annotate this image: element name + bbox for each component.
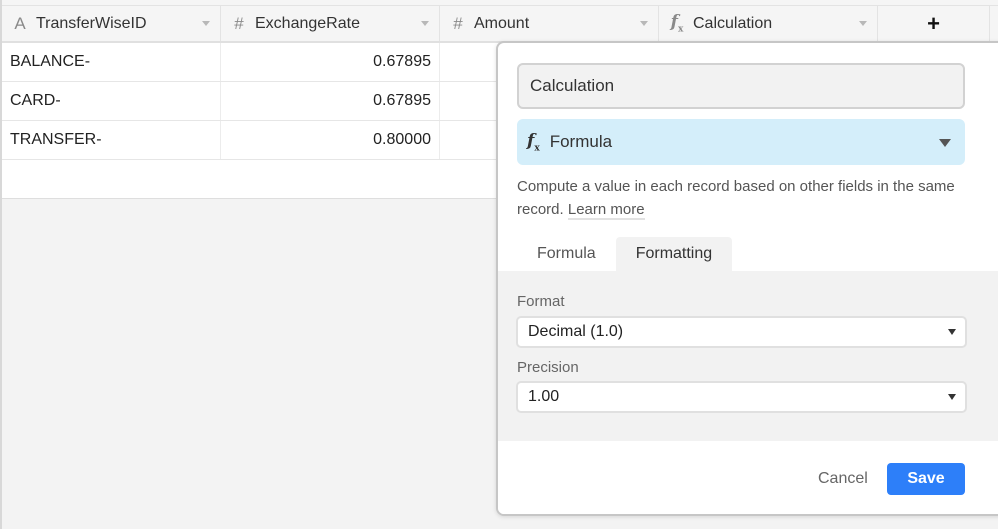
cell-exchangerate[interactable]: 0.80000 [221,121,440,159]
dropdown-arrow-icon [939,139,951,147]
format-label: Format [517,293,565,310]
column-header-amount[interactable]: # Amount [440,6,659,41]
field-type-select[interactable]: fx Formula [517,119,965,165]
column-header-row: A TransferWiseID # ExchangeRate # Amount… [2,6,998,43]
column-label: TransferWiseID [36,14,147,32]
tab-formatting[interactable]: Formatting [615,237,733,271]
format-select[interactable]: Decimal (1.0) [516,316,967,348]
field-type-label: Formula [549,132,613,151]
field-type-description: Compute a value in each record based on … [517,175,977,221]
dialog-footer: Cancel Save [498,441,998,514]
chevron-down-icon[interactable] [421,21,429,26]
dropdown-arrow-icon [948,329,956,335]
format-value: Decimal (1.0) [528,323,624,340]
chevron-down-icon[interactable] [640,21,648,26]
formatting-panel: Format Decimal (1.0) Precision 1.00 [498,271,998,441]
precision-label: Precision [517,359,579,376]
column-label: Amount [474,14,530,32]
column-label: ExchangeRate [255,14,360,32]
precision-select[interactable]: 1.00 [516,381,967,413]
cell-exchangerate[interactable]: 0.67895 [221,82,440,120]
cell-exchangerate[interactable]: 0.67895 [221,43,440,81]
chevron-down-icon[interactable] [859,21,867,26]
formula-field-icon: fx [670,12,684,35]
cell-transferwiseid[interactable]: TRANSFER- [2,121,221,159]
cell-transferwiseid[interactable]: BALANCE- [2,43,221,81]
chevron-down-icon[interactable] [202,21,210,26]
column-label: Calculation [693,14,773,32]
save-button[interactable]: Save [887,463,965,495]
text-field-icon: A [14,13,26,33]
cell-transferwiseid[interactable]: CARD- [2,82,221,120]
add-column-button[interactable]: + [878,6,990,41]
column-header-transferwiseid[interactable]: A TransferWiseID [2,6,221,41]
learn-more-link[interactable]: Learn more [567,201,645,220]
tab-formula[interactable]: Formula [517,237,616,271]
field-editor-dialog: fx Formula Compute a value in each recor… [496,41,998,516]
column-header-calculation[interactable]: fx Calculation [659,6,878,41]
formula-icon: fx [527,130,540,154]
field-name-input[interactable] [517,63,965,109]
cancel-button[interactable]: Cancel [816,463,870,495]
plus-icon: + [927,10,940,36]
number-field-icon: # [453,13,463,33]
number-field-icon: # [234,13,244,33]
field-editor-tabs: Formula Formatting [517,237,733,271]
dropdown-arrow-icon [948,394,956,400]
precision-value: 1.00 [528,388,560,405]
column-header-exchangerate[interactable]: # ExchangeRate [221,6,440,41]
